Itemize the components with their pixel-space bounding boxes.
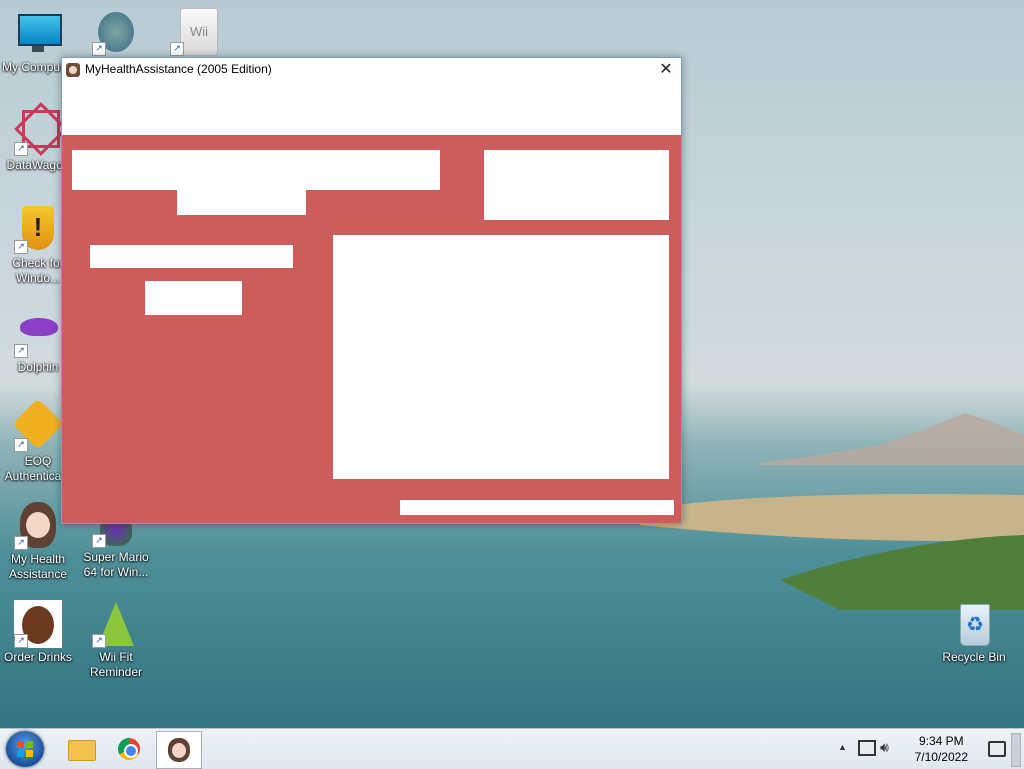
blank-content-panel [333,235,669,479]
shortcut-arrow-icon: ↗ [14,344,28,358]
icon-label: My Health Assistance [8,552,68,581]
blank-panel-top-left [72,150,440,190]
shortcut-arrow-icon: ↗ [14,142,28,156]
my-health-assistance-taskbar-button[interactable] [156,731,202,769]
clock[interactable]: 9:34 PM 7/10/2022 [915,733,968,765]
avatar-icon: ↗ [92,8,140,56]
volume-icon[interactable]: 🔊︎ [880,739,889,756]
folder-icon [68,740,96,761]
green-triangle-icon: ↗ [92,600,140,648]
icon-label: Wii Fit Reminder [89,650,143,679]
chrome-button[interactable] [107,731,151,767]
blank-panel-tab [177,190,306,215]
clock-date: 7/10/2022 [914,750,968,764]
mountain-scenery [760,413,1024,465]
shortcut-arrow-icon: ↗ [14,536,28,550]
shore-scenery [640,494,1024,541]
show-desktop-button[interactable] [1011,733,1021,767]
notifications-icon[interactable] [988,741,1006,757]
show-hidden-icons-button[interactable]: ▲ [838,742,847,752]
shortcut-arrow-icon: ↗ [14,240,28,254]
grass-scenery [780,535,1024,610]
desktop-icon-recycle-bin[interactable]: ♻ Recycle Bin [936,600,1012,665]
taskbar: ▲ 🔊︎ 9:34 PM 7/10/2022 [0,728,1024,769]
blank-field[interactable] [90,245,293,268]
shortcut-arrow-icon: ↗ [92,534,106,548]
shield-warning-icon: ! ↗ [14,206,62,254]
shortcut-arrow-icon: ↗ [14,438,28,452]
dolphin-icon: ↗ [14,310,62,358]
wii-icon: Wii ↗ [170,8,218,56]
monitor-icon [14,10,62,58]
windows-logo-icon [17,741,33,757]
desktop-icon-wii-fit-reminder[interactable]: ↗ Wii Fit Reminder [78,600,154,680]
title-bar[interactable]: MyHealthAssistance (2005 Edition) ✕ [62,58,681,82]
client-area [62,135,681,523]
shortcut-arrow-icon: ↗ [14,634,28,648]
key-gear-icon: ↗ [12,398,64,452]
icon-label: Order Drinks [3,650,72,664]
icon-label: Recycle Bin [942,650,1006,664]
start-button[interactable] [6,731,44,767]
close-button[interactable]: ✕ [651,58,681,82]
app-avatar-icon [66,63,80,77]
app-window: MyHealthAssistance (2005 Edition) ✕ [61,57,682,524]
desktop-icon-wii[interactable]: Wii ↗ [156,8,232,58]
coffee-bean-icon: ↗ [14,600,62,648]
shortcut-arrow-icon: ↗ [170,42,184,56]
desktop-icon-super-mario-64[interactable]: ↗ Super Mario 64 for Win... [78,516,154,580]
blank-panel-top-right [484,150,669,220]
network-icon[interactable] [858,740,876,756]
recycle-bin-icon: ♻ [950,600,998,648]
person-avatar-icon: ↗ [14,502,62,550]
blank-status-bar [400,500,674,515]
shortcut-arrow-icon: ↗ [92,42,106,56]
blank-button[interactable] [145,281,242,315]
icon-label: Super Mario 64 for Win... [83,550,149,579]
window-title: MyHealthAssistance (2005 Edition) [85,62,272,76]
clock-time: 9:34 PM [918,734,964,748]
desktop-icon-avatar-app[interactable]: ↗ [78,8,154,58]
starburst-icon: ↗ [14,102,68,156]
file-explorer-button[interactable] [58,731,102,767]
header-area [62,82,681,135]
shortcut-arrow-icon: ↗ [92,634,106,648]
desktop-icon-order-drinks[interactable]: ↗ Order Drinks [0,600,76,665]
system-tray: ▲ 🔊︎ 9:34 PM 7/10/2022 [834,729,1024,769]
